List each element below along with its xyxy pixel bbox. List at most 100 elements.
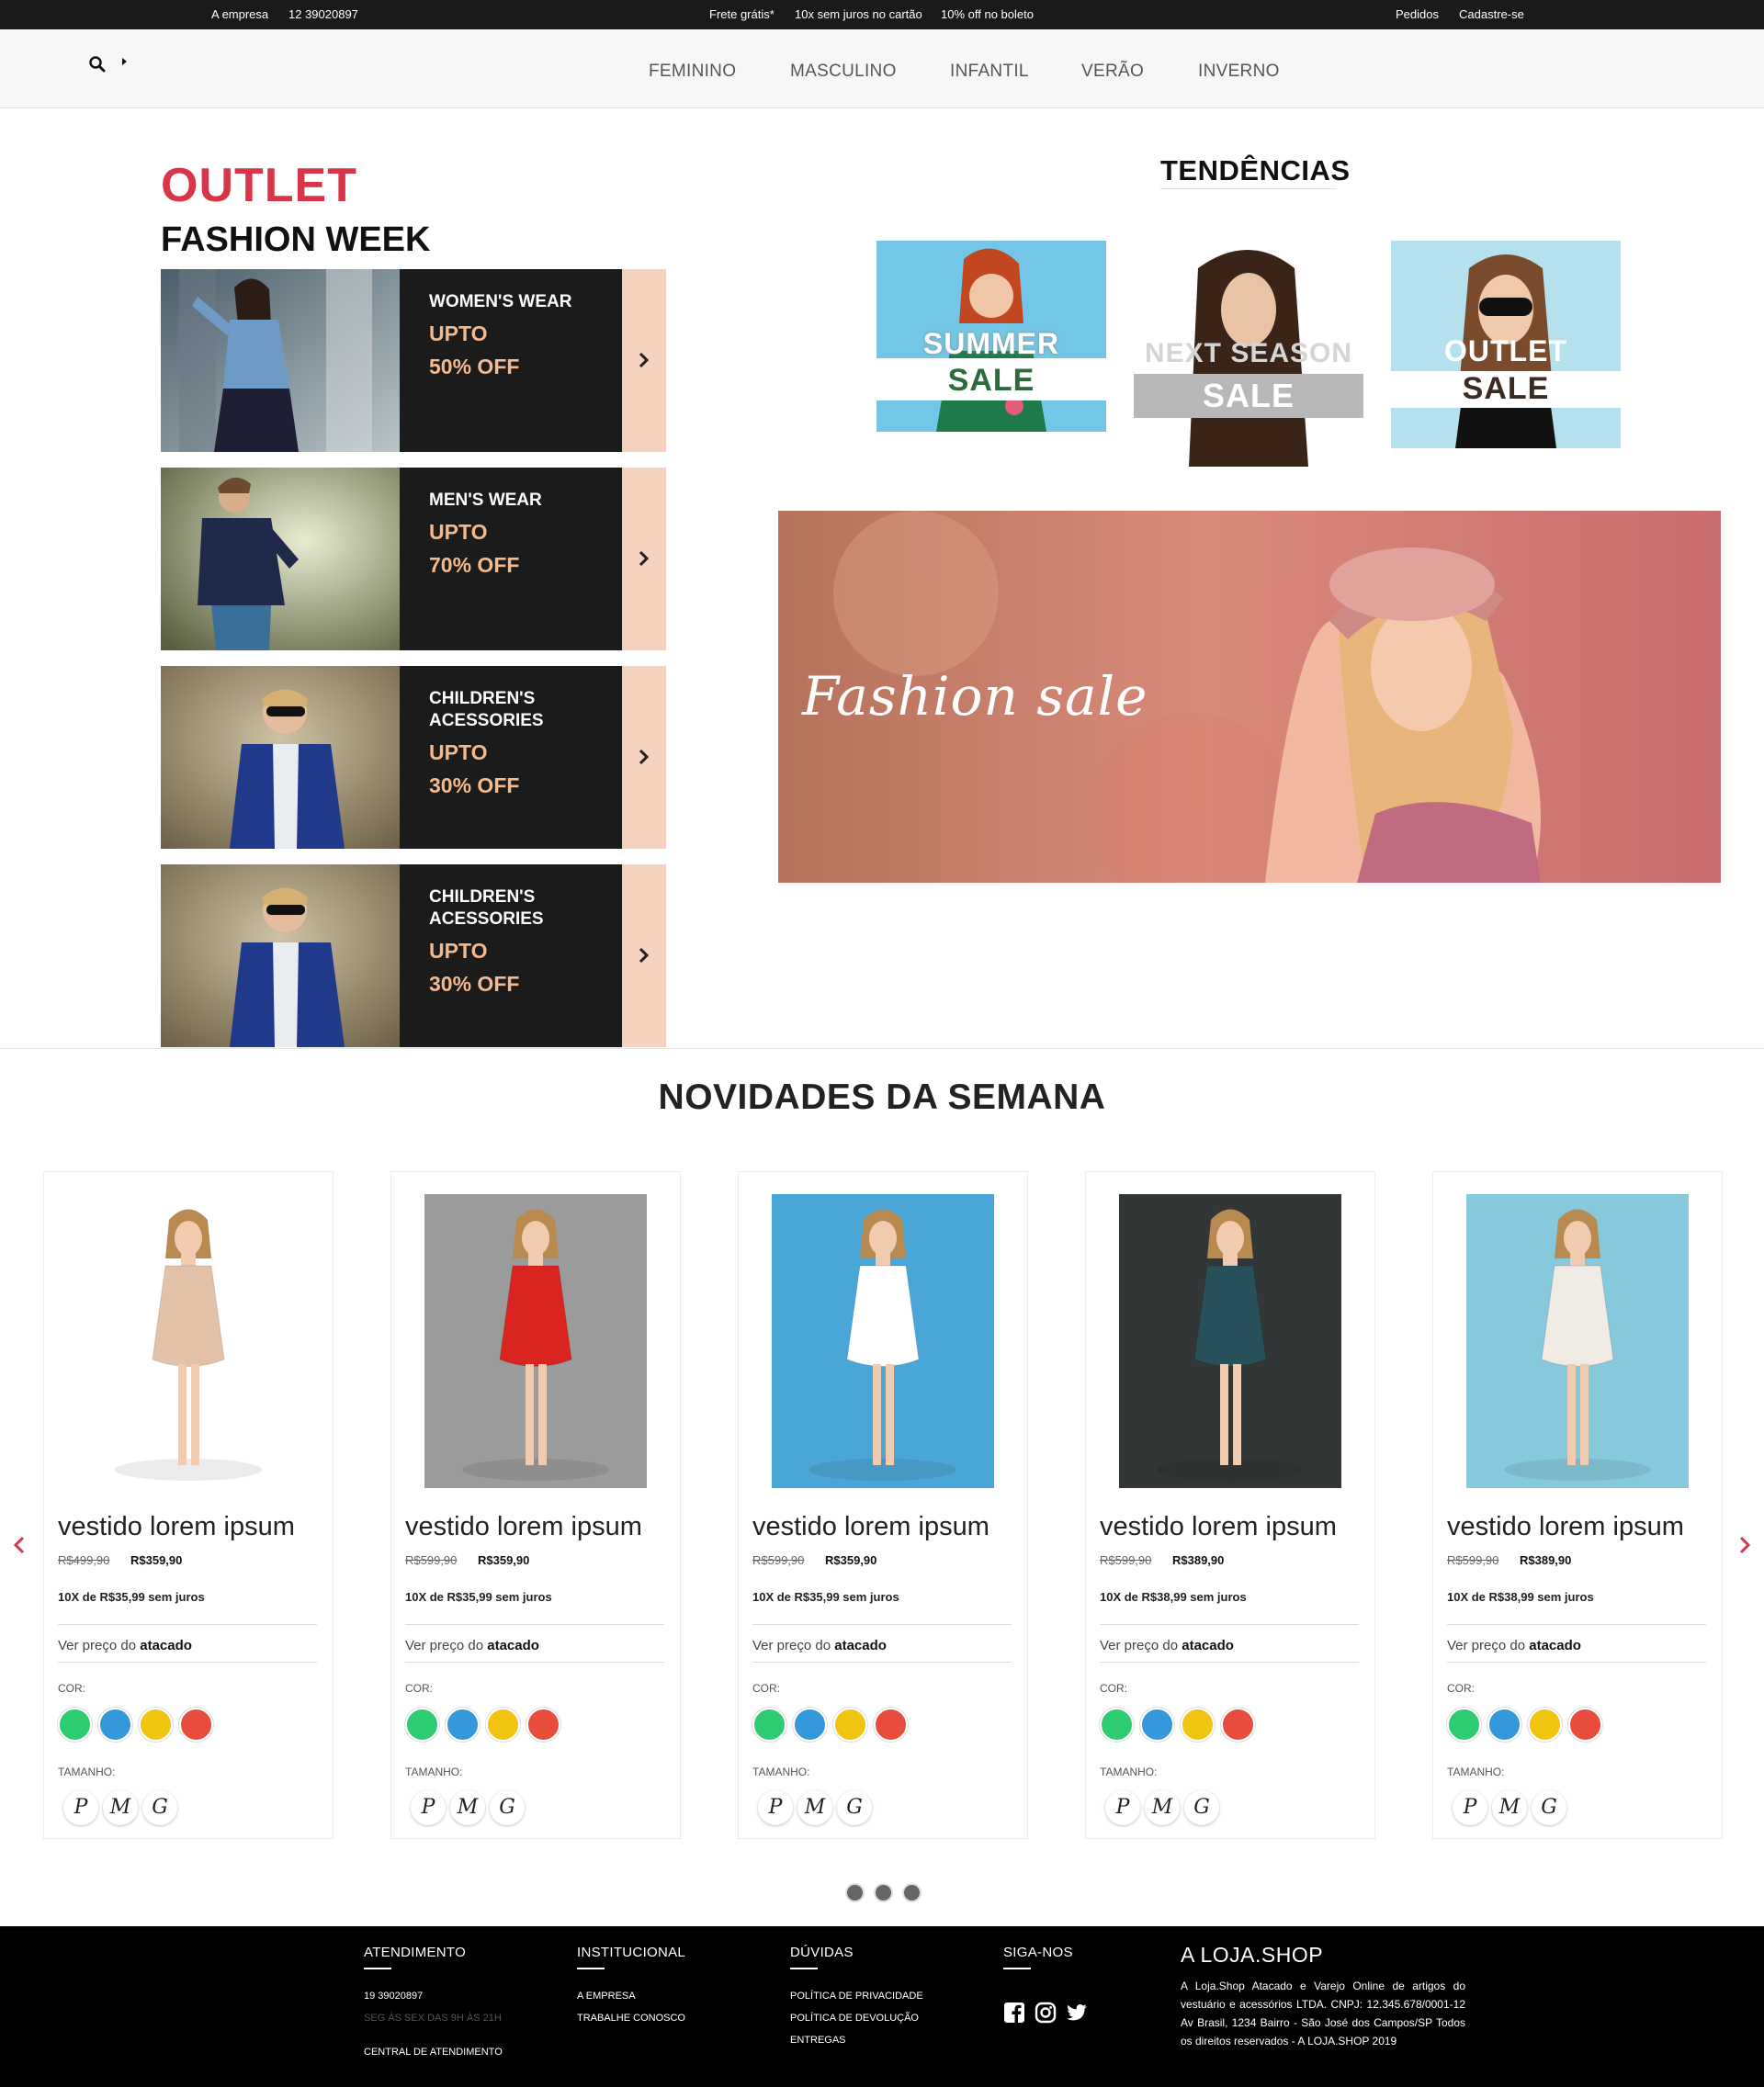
chevron-right-icon: [639, 352, 650, 368]
color-swatch[interactable]: [1568, 1708, 1602, 1742]
size-option[interactable]: M: [797, 1790, 832, 1825]
color-swatch[interactable]: [1487, 1708, 1521, 1742]
orders-link[interactable]: Pedidos: [1396, 7, 1439, 21]
size-option[interactable]: M: [103, 1790, 138, 1825]
color-swatch[interactable]: [1528, 1708, 1562, 1742]
carousel-dot[interactable]: [904, 1885, 920, 1901]
product-image[interactable]: [77, 1194, 300, 1488]
color-swatch[interactable]: [1100, 1708, 1134, 1742]
promo-card-womens[interactable]: WOMEN'S WEAR UPTO 50% OFF: [161, 269, 666, 452]
color-swatch[interactable]: [1221, 1708, 1255, 1742]
color-swatch[interactable]: [793, 1708, 827, 1742]
promo-card-mens[interactable]: MEN'S WEAR UPTO 70% OFF: [161, 468, 666, 650]
footer-trabalhe-link[interactable]: TRABALHE CONOSCO: [577, 2013, 685, 2024]
size-option[interactable]: G: [142, 1790, 177, 1825]
twitter-icon[interactable]: [1066, 2002, 1088, 2024]
footer-privacidade-link[interactable]: POLÍTICA DE PRIVACIDADE: [790, 1991, 923, 2002]
carousel-dot[interactable]: [876, 1885, 891, 1901]
size-option[interactable]: M: [1145, 1790, 1180, 1825]
size-option[interactable]: P: [1105, 1790, 1140, 1825]
color-swatch[interactable]: [526, 1708, 560, 1742]
color-swatch[interactable]: [58, 1708, 92, 1742]
size-option[interactable]: G: [837, 1790, 872, 1825]
footer-hours: SEG ÁS SEX DAS 9H ÀS 21H: [364, 2013, 502, 2024]
product-image[interactable]: [1466, 1194, 1689, 1488]
color-swatch[interactable]: [179, 1708, 213, 1742]
color-swatch[interactable]: [1181, 1708, 1215, 1742]
size-option[interactable]: M: [450, 1790, 485, 1825]
caret-right-icon[interactable]: [119, 55, 129, 68]
trend-card-outlet[interactable]: OUTLET SALE: [1391, 241, 1621, 448]
color-swatch[interactable]: [874, 1708, 908, 1742]
nav-item-inverno[interactable]: INVERNO: [1198, 62, 1280, 82]
size-option[interactable]: P: [1453, 1790, 1487, 1825]
wholesale-price-link[interactable]: Ver preço do atacado: [405, 1638, 539, 1653]
product-card[interactable]: vestido lorem ipsum R$599,90 R$359,90 10…: [738, 1171, 1028, 1839]
promo-arrow[interactable]: [622, 666, 666, 849]
color-swatch[interactable]: [1140, 1708, 1174, 1742]
product-name[interactable]: vestido lorem ipsum: [58, 1512, 295, 1542]
promo-card-children[interactable]: CHILDREN'S ACESSORIES UPTO 30% OFF: [161, 666, 666, 849]
color-swatch[interactable]: [98, 1708, 132, 1742]
size-option[interactable]: P: [411, 1790, 446, 1825]
instagram-icon[interactable]: [1035, 2002, 1057, 2024]
footer-central-link[interactable]: CENTRAL DE ATENDIMENTO: [364, 2047, 503, 2058]
wholesale-price-link[interactable]: Ver preço do atacado: [58, 1638, 192, 1653]
product-card[interactable]: vestido lorem ipsum R$599,90 R$389,90 10…: [1432, 1171, 1723, 1839]
color-swatch[interactable]: [752, 1708, 786, 1742]
size-option[interactable]: G: [1532, 1790, 1566, 1825]
wholesale-price-link[interactable]: Ver preço do atacado: [1447, 1638, 1581, 1653]
color-swatch[interactable]: [1447, 1708, 1481, 1742]
nav-item-verao[interactable]: VERÃO: [1081, 62, 1144, 82]
nav-item-masculino[interactable]: MASCULINO: [790, 62, 897, 82]
product-installments: 10X de R$38,99 sem juros: [1447, 1590, 1594, 1604]
nav-item-infantil[interactable]: INFANTIL: [950, 62, 1029, 82]
signup-link[interactable]: Cadastre-se: [1459, 7, 1524, 21]
product-name[interactable]: vestido lorem ipsum: [1447, 1512, 1684, 1542]
carousel-dot[interactable]: [847, 1885, 863, 1901]
size-option[interactable]: G: [1184, 1790, 1219, 1825]
footer-devolucao-link[interactable]: POLÍTICA DE DEVOLUÇÃO: [790, 2013, 919, 2024]
color-swatch[interactable]: [833, 1708, 867, 1742]
promo-panel: CHILDREN'S ACESSORIES UPTO 30% OFF: [400, 864, 622, 1047]
footer-entregas-link[interactable]: ENTREGAS: [790, 2035, 846, 2046]
color-swatch[interactable]: [139, 1708, 173, 1742]
promo-photo: [161, 468, 400, 650]
nav-item-feminino[interactable]: FEMININO: [649, 62, 736, 82]
chevron-left-icon[interactable]: [11, 1534, 28, 1556]
chevron-right-icon[interactable]: [1736, 1534, 1753, 1556]
product-card[interactable]: vestido lorem ipsum R$599,90 R$359,90 10…: [390, 1171, 681, 1839]
product-name[interactable]: vestido lorem ipsum: [752, 1512, 989, 1542]
trend-card-summer[interactable]: SUMMER SALE: [876, 241, 1106, 432]
wholesale-price-link[interactable]: Ver preço do atacado: [752, 1638, 887, 1653]
promo-card-children[interactable]: CHILDREN'S ACESSORIES UPTO 30% OFF: [161, 864, 666, 1047]
size-option[interactable]: P: [63, 1790, 98, 1825]
product-image[interactable]: [424, 1194, 647, 1488]
product-image[interactable]: [1119, 1194, 1341, 1488]
footer-empresa-link[interactable]: A EMPRESA: [577, 1991, 636, 2002]
trend-card-next-season[interactable]: NEXT SEASON SALE: [1134, 241, 1363, 467]
fashion-sale-banner[interactable]: Fashion sale: [778, 511, 1721, 883]
footer-underline: [577, 1968, 605, 1969]
facebook-icon[interactable]: [1003, 2002, 1025, 2024]
product-name[interactable]: vestido lorem ipsum: [1100, 1512, 1337, 1542]
promo-arrow[interactable]: [622, 864, 666, 1047]
promo-arrow[interactable]: [622, 468, 666, 650]
product-installments: 10X de R$35,99 sem juros: [752, 1590, 899, 1604]
product-divider: [1447, 1624, 1706, 1625]
product-card[interactable]: vestido lorem ipsum R$499,90 R$359,90 10…: [43, 1171, 334, 1839]
product-divider: [405, 1662, 664, 1663]
wholesale-price-link[interactable]: Ver preço do atacado: [1100, 1638, 1234, 1653]
size-option[interactable]: M: [1492, 1790, 1527, 1825]
about-link[interactable]: A empresa: [211, 7, 268, 21]
size-option[interactable]: G: [490, 1790, 525, 1825]
product-name[interactable]: vestido lorem ipsum: [405, 1512, 642, 1542]
size-option[interactable]: P: [758, 1790, 793, 1825]
search-icon[interactable]: [88, 55, 107, 73]
product-card[interactable]: vestido lorem ipsum R$599,90 R$389,90 10…: [1085, 1171, 1375, 1839]
promo-arrow[interactable]: [622, 269, 666, 452]
color-swatch[interactable]: [446, 1708, 480, 1742]
product-image[interactable]: [772, 1194, 994, 1488]
color-swatch[interactable]: [405, 1708, 439, 1742]
color-swatch[interactable]: [486, 1708, 520, 1742]
